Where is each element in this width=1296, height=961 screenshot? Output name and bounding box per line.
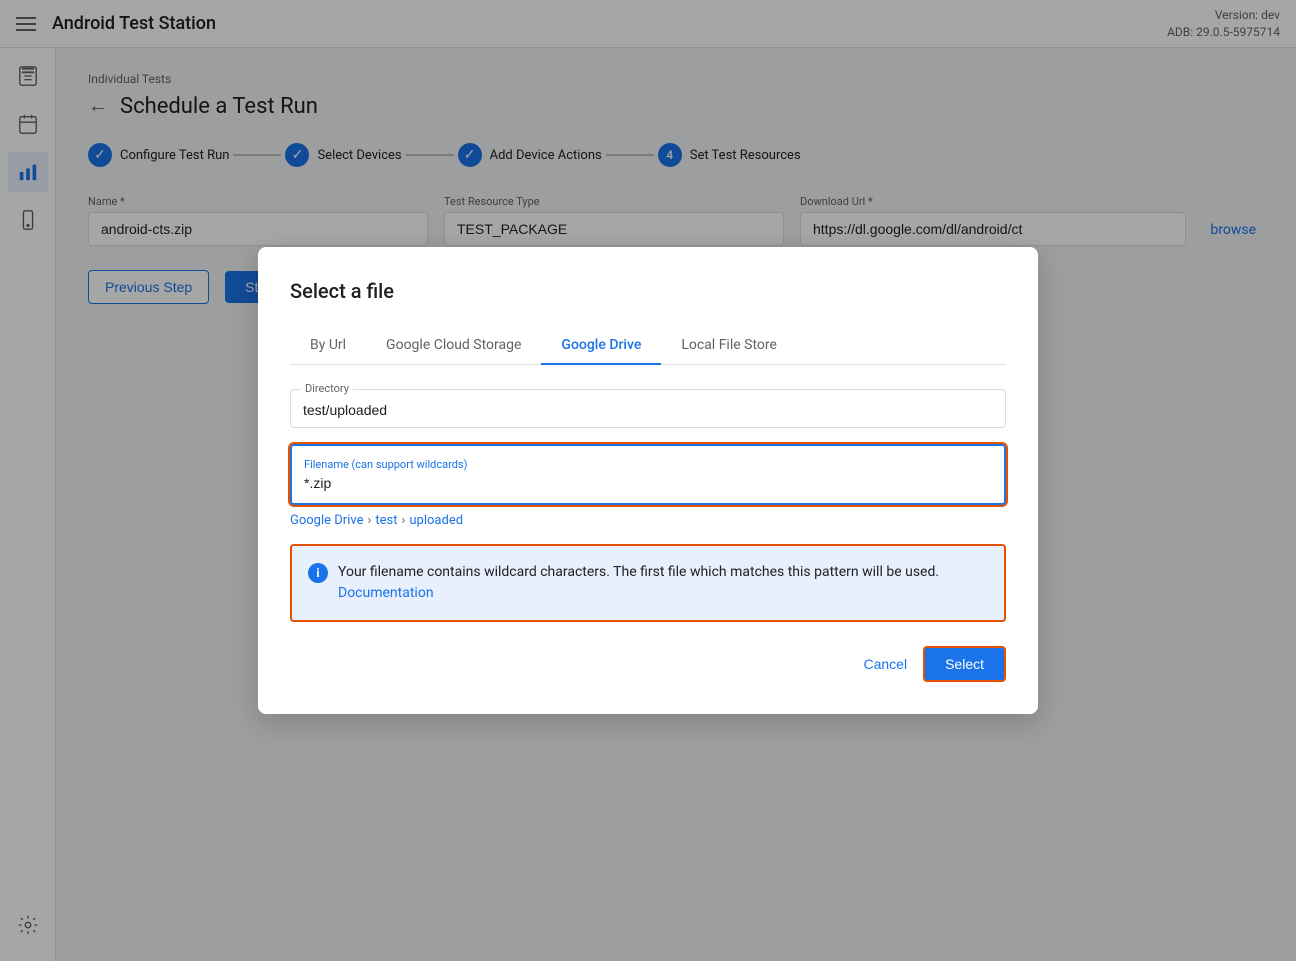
filename-label-box: Filename (can support wildcards)	[292, 446, 512, 503]
path-sep-1: ›	[367, 513, 371, 528]
filename-input[interactable]	[304, 475, 484, 491]
info-icon: i	[308, 563, 328, 583]
filename-right	[512, 446, 1004, 503]
dialog-actions: Cancel Select	[290, 646, 1006, 682]
tab-by-url[interactable]: By Url	[290, 327, 366, 365]
info-text: Your filename contains wildcard characte…	[338, 562, 988, 604]
tab-google-drive[interactable]: Google Drive	[541, 327, 661, 365]
dialog-overlay: Select a file By Url Google Cloud Storag…	[0, 0, 1296, 961]
filename-field: Filename (can support wildcards)	[290, 444, 1006, 505]
dialog-tabs: By Url Google Cloud Storage Google Drive…	[290, 327, 1006, 365]
directory-input[interactable]	[303, 402, 993, 418]
path-test[interactable]: test	[375, 513, 397, 528]
tab-google-cloud-storage[interactable]: Google Cloud Storage	[366, 327, 541, 365]
select-file-dialog: Select a file By Url Google Cloud Storag…	[258, 247, 1038, 714]
documentation-link[interactable]: Documentation	[338, 585, 434, 601]
info-box: i Your filename contains wildcard charac…	[290, 544, 1006, 622]
filename-label: Filename (can support wildcards)	[304, 458, 500, 471]
path-uploaded[interactable]: uploaded	[409, 513, 463, 528]
dialog-select-button[interactable]: Select	[923, 646, 1006, 682]
filename-wrapper: Filename (can support wildcards)	[290, 444, 1006, 505]
path-sep-2: ›	[401, 513, 405, 528]
dialog-title: Select a file	[290, 279, 1006, 303]
directory-label: Directory	[301, 382, 353, 395]
path-breadcrumb: Google Drive › test › uploaded	[290, 513, 1006, 528]
tab-local-file-store[interactable]: Local File Store	[661, 327, 797, 365]
directory-field: Directory	[290, 389, 1006, 428]
dialog-cancel-button[interactable]: Cancel	[863, 656, 907, 672]
path-google-drive[interactable]: Google Drive	[290, 513, 363, 528]
